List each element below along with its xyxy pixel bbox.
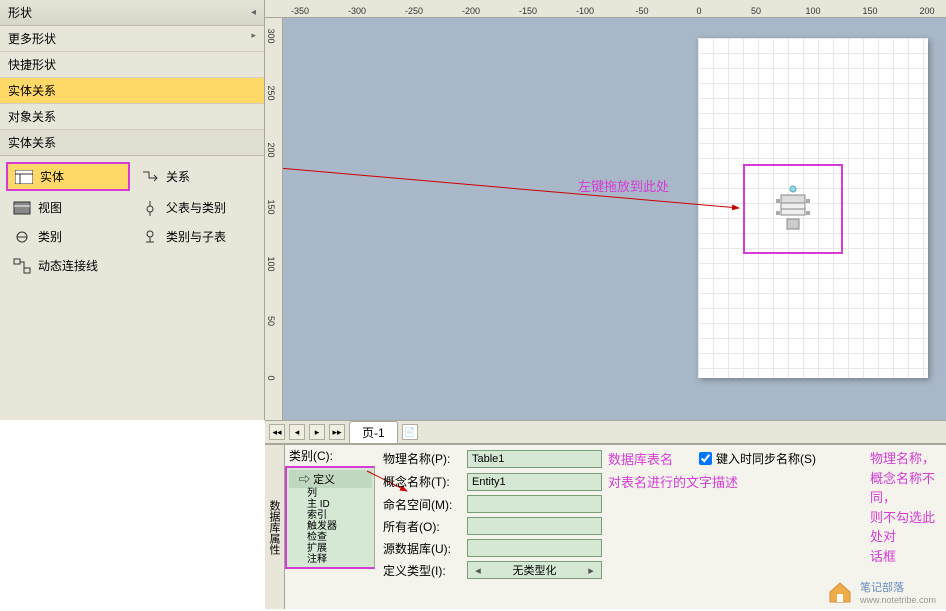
relation-icon (140, 169, 160, 185)
view-icon (12, 200, 32, 216)
sidebar-item-more-shapes[interactable]: 更多形状 ▸ (0, 26, 264, 52)
annotation-table-desc: 对表名进行的文字描述 (608, 472, 738, 491)
chevron-right-icon[interactable]: ▸ (585, 564, 597, 577)
category-label: 类别(C): (285, 445, 375, 466)
shapes-panel-title: 形状 (8, 4, 32, 21)
ruler-horizontal: -350 -300 -250 -200 -150 -100 -50 0 50 1… (265, 0, 946, 18)
connector-icon (12, 258, 32, 274)
source-db-input[interactable] (467, 539, 602, 557)
canvas-area: -350 -300 -250 -200 -150 -100 -50 0 50 1… (265, 0, 946, 420)
category-child-icon (140, 229, 160, 245)
shape-label: 动态连接线 (38, 257, 98, 274)
shapes-grid: 实体 关系 视图 父表与类别 类别 类别与子表 (0, 156, 264, 284)
shape-parent-category[interactable]: 父表与类别 (134, 195, 258, 220)
tree-item-definition[interactable]: ⇨ 定义 (289, 470, 372, 488)
tree-item-check[interactable]: 检查 (289, 532, 372, 543)
concept-name-input[interactable] (467, 473, 602, 491)
canvas[interactable]: 左键拖放到此处 (283, 18, 946, 420)
tree-item-column[interactable]: 列 (289, 488, 372, 499)
shape-label: 实体 (40, 168, 64, 185)
category-icon (12, 229, 32, 245)
annotation-drag-hint: 左键拖放到此处 (578, 176, 669, 195)
tab-nav-first[interactable]: ◂◂ (269, 424, 285, 440)
tab-nav-last[interactable]: ▸▸ (329, 424, 345, 440)
def-type-value: 无类型化 (513, 562, 557, 578)
tree-item-primary-id[interactable]: 主 ID (289, 499, 372, 510)
shape-label: 类别 (38, 228, 62, 245)
concept-name-label: 概念名称(T): (383, 473, 461, 490)
shape-label: 父表与类别 (166, 199, 226, 216)
tab-nav-prev[interactable]: ◂ (289, 424, 305, 440)
annotation-sync-note: 物理名称， 概念名称不同， 则不勾选此处对 话框 (870, 449, 946, 566)
shape-category[interactable]: 类别 (6, 224, 130, 249)
namespace-input[interactable] (467, 495, 602, 513)
phys-name-label: 物理名称(P): (383, 450, 461, 467)
shape-entity[interactable]: 实体 (6, 162, 130, 191)
shape-relation[interactable]: 关系 (134, 162, 258, 191)
shape-category-child[interactable]: 类别与子表 (134, 224, 258, 249)
shapes-panel-header[interactable]: 形状 ◂ (0, 0, 264, 26)
shape-view[interactable]: 视图 (6, 195, 130, 220)
watermark: 笔记部落 www.notetribe.com (826, 579, 936, 605)
watermark-title: 笔记部落 (860, 579, 936, 595)
def-type-label: 定义类型(I): (383, 562, 461, 579)
entity-icon (14, 169, 34, 185)
shape-label: 类别与子表 (166, 228, 226, 245)
sidebar-item-object-relation[interactable]: 对象关系 (0, 104, 264, 130)
parent-category-icon (140, 200, 160, 216)
dropped-entity-shape[interactable] (773, 183, 813, 233)
chevron-left-icon[interactable]: ◂ (251, 7, 256, 18)
sidebar-item-quick-shapes[interactable]: 快捷形状 (0, 52, 264, 78)
phys-name-input[interactable] (467, 450, 602, 468)
arrow-right-icon: ⇨ (299, 474, 310, 486)
sync-names-label: 键入时同步名称(S) (716, 450, 816, 467)
page-tabs-bar: ◂◂ ◂ ▸ ▸▸ 页-1 📄 (265, 420, 946, 444)
watermark-url: www.notetribe.com (860, 595, 936, 605)
owner-label: 所有者(O): (383, 518, 461, 535)
shapes-sidebar: 形状 ◂ 更多形状 ▸ 快捷形状 实体关系 对象关系 实体关系 实体 关系 视图 (0, 0, 265, 420)
tree-item-trigger[interactable]: 触发器 (289, 521, 372, 532)
shape-label: 关系 (166, 168, 190, 185)
tree-item-index[interactable]: 索引 (289, 510, 372, 521)
tree-item-extended[interactable]: 扩展 (289, 543, 372, 554)
props-vertical-tab[interactable]: 数据库属性 (265, 445, 285, 609)
annotation-db-table: 数据库表名 (608, 449, 673, 468)
shape-dynamic-connector[interactable]: 动态连接线 (6, 253, 258, 278)
shape-label: 视图 (38, 199, 62, 216)
sync-names-checkbox[interactable] (699, 452, 712, 465)
shapes-subheader: 实体关系 (0, 130, 264, 156)
category-tree: ⇨ 定义 列 主 ID 索引 触发器 检查 扩展 注释 (285, 466, 375, 569)
chevron-right-icon: ▸ (251, 30, 256, 41)
owner-input[interactable] (467, 517, 602, 535)
tab-nav-next[interactable]: ▸ (309, 424, 325, 440)
sidebar-item-entity-relation[interactable]: 实体关系 (0, 78, 264, 104)
tab-add[interactable]: 📄 (402, 424, 418, 440)
tree-item-notes[interactable]: 注释 (289, 554, 372, 565)
house-icon (826, 580, 854, 604)
namespace-label: 命名空间(M): (383, 496, 461, 513)
chevron-left-icon[interactable]: ◂ (472, 564, 484, 577)
source-db-label: 源数据库(U): (383, 540, 461, 557)
page-tab-1[interactable]: 页-1 (349, 421, 398, 444)
def-type-select[interactable]: ◂ 无类型化 ▸ (467, 561, 602, 579)
ruler-vertical: 300 250 200 150 100 50 0 (265, 18, 283, 420)
